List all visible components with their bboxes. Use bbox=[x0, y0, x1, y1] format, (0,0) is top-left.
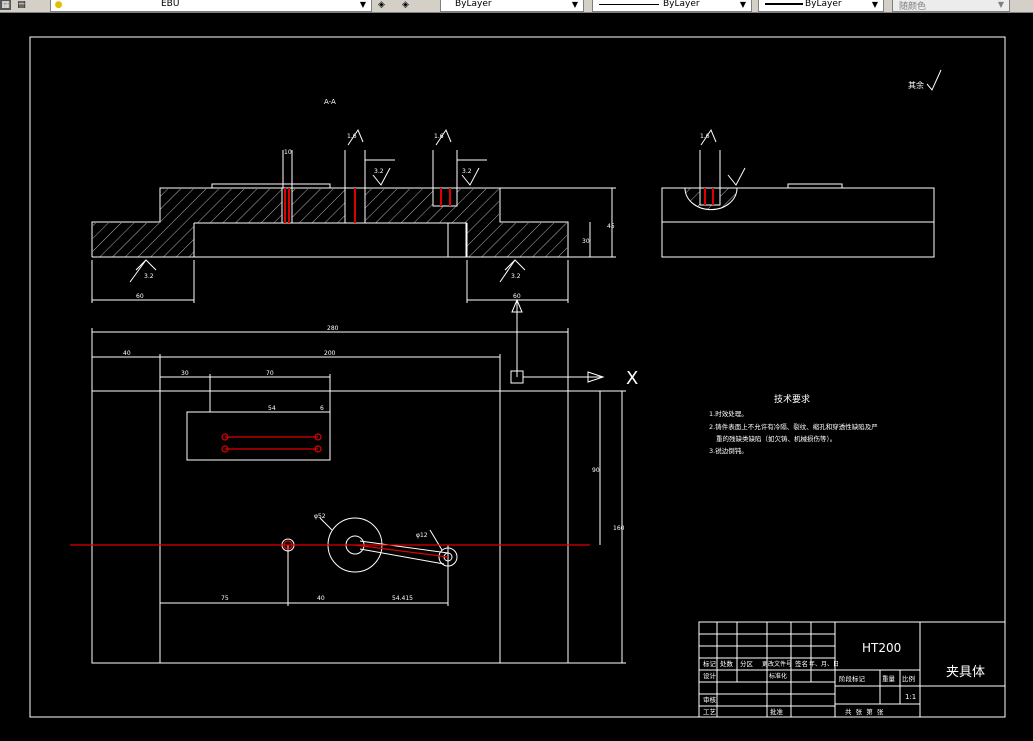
boss-top bbox=[211, 183, 331, 189]
color-dropdown[interactable]: ByLayer ▼ bbox=[440, 0, 584, 12]
material-label: HT200 bbox=[862, 641, 901, 655]
dim-90: 90 bbox=[592, 467, 600, 474]
label-standard: 标准化 bbox=[769, 672, 787, 680]
header-date: 年、月、日 bbox=[809, 660, 839, 668]
layer-name: EBU bbox=[161, 0, 180, 9]
color-value: ByLayer bbox=[455, 0, 492, 9]
roughness-3-2-d: 3.2 bbox=[462, 168, 472, 175]
dim-phi12: φ12 bbox=[416, 532, 428, 539]
tech-note-4: 3.锐边倒钝。 bbox=[709, 446, 748, 455]
section-view-a-a bbox=[91, 128, 616, 303]
plotstyle-value: 随颜色 bbox=[899, 2, 927, 12]
drawing-canvas[interactable]: A-A 60 60 45 30 3.2 3.2 3.2 3.2 1.6 1.6 … bbox=[0, 12, 1033, 741]
label-process: 工艺 bbox=[703, 708, 717, 716]
lineweight-value: ByLayer bbox=[805, 0, 842, 9]
roughness-1-6-c: 1.6 bbox=[700, 133, 710, 140]
lineweight-preview bbox=[765, 3, 803, 5]
ucs-x-label: X bbox=[626, 368, 638, 389]
layer-manager-icon[interactable]: ▦ bbox=[0, 0, 11, 10]
dim-70: 70 bbox=[266, 370, 274, 377]
linetype-dropdown[interactable]: ByLayer ▼ bbox=[592, 0, 752, 12]
dim-30-top: 30 bbox=[181, 370, 189, 377]
label-approve: 批准 bbox=[770, 707, 784, 716]
dim-160: 160 bbox=[613, 525, 625, 532]
chevron-down-icon: ▼ bbox=[871, 0, 879, 9]
section-label: A-A bbox=[324, 98, 336, 106]
surface-rest-symbol bbox=[926, 69, 942, 91]
label-sheets: 共 张 第 张 bbox=[845, 707, 884, 716]
header-count: 处数 bbox=[720, 659, 734, 668]
dim-10: 10 bbox=[284, 149, 292, 156]
tech-note-3: 重的残缺类缺陷（如欠铸、机械损伤等）。 bbox=[716, 434, 836, 443]
dim-phi52: φ52 bbox=[314, 513, 326, 520]
header-sign: 签名 bbox=[795, 659, 808, 668]
dim-280: 280 bbox=[327, 325, 339, 332]
roughness-3-2-a: 3.2 bbox=[144, 273, 154, 280]
dim-40: 40 bbox=[123, 350, 131, 357]
plan-view bbox=[91, 298, 626, 664]
roughness-3-2-c: 3.2 bbox=[374, 168, 384, 175]
dim-200: 200 bbox=[324, 350, 336, 357]
linetype-preview bbox=[599, 4, 659, 5]
dim-40-bottom: 40 bbox=[317, 595, 325, 602]
groove bbox=[447, 222, 467, 258]
label-ratio: 比例 bbox=[902, 674, 915, 683]
tech-note-2: 2.铸件表面上不允许有冷隔、裂纹、缩孔和穿透性缺陷及严 bbox=[709, 422, 878, 431]
layer-state-icon[interactable]: ▤ bbox=[16, 0, 27, 10]
tech-note-1: 1.时效处理。 bbox=[709, 409, 748, 418]
label-review: 审核 bbox=[703, 695, 717, 704]
dim-6: 6 bbox=[320, 405, 324, 412]
header-mark: 标记 bbox=[703, 659, 717, 668]
linetype-value: ByLayer bbox=[663, 0, 700, 9]
lineweight-dropdown[interactable]: ByLayer ▼ bbox=[758, 0, 884, 12]
part-name: 夹具体 bbox=[946, 665, 985, 680]
make-current-layer-icon[interactable]: ◈ bbox=[376, 0, 387, 10]
chevron-down-icon: ▼ bbox=[997, 0, 1005, 9]
label-weight: 重量 bbox=[882, 675, 896, 683]
label-design: 设计 bbox=[703, 671, 717, 680]
roughness-1-6-b: 1.6 bbox=[434, 133, 444, 140]
header-zone: 分区 bbox=[740, 659, 754, 668]
layer-on-icon: ● bbox=[54, 0, 63, 10]
side-view bbox=[661, 128, 935, 258]
dim-54: 54 bbox=[268, 405, 276, 412]
chevron-down-icon: ▼ bbox=[739, 0, 747, 9]
scale-value: 1:1 bbox=[905, 693, 916, 701]
dim-54-415: 54.415 bbox=[392, 595, 413, 602]
dim-75: 75 bbox=[221, 595, 229, 602]
tech-title: 技术要求 bbox=[774, 393, 810, 405]
dim-30: 30 bbox=[582, 238, 590, 245]
dim-45: 45 bbox=[607, 223, 615, 230]
dim-60-left: 60 bbox=[136, 293, 144, 300]
chevron-down-icon: ▼ bbox=[359, 0, 367, 9]
label-stage-mark: 阶段标记 bbox=[839, 674, 866, 683]
plotstyle-dropdown[interactable]: 随颜色 ▼ bbox=[892, 0, 1010, 12]
layer-dropdown[interactable]: ● EBU ▼ bbox=[50, 0, 372, 12]
roughness-1-6-a: 1.6 bbox=[347, 133, 357, 140]
chevron-down-icon: ▼ bbox=[571, 0, 579, 9]
header-change-doc: 更改文件号 bbox=[762, 660, 792, 668]
roughness-3-2-b: 3.2 bbox=[511, 273, 521, 280]
layer-previous-icon[interactable]: ◈ bbox=[400, 0, 411, 10]
surface-rest-label: 其余 bbox=[908, 80, 924, 90]
